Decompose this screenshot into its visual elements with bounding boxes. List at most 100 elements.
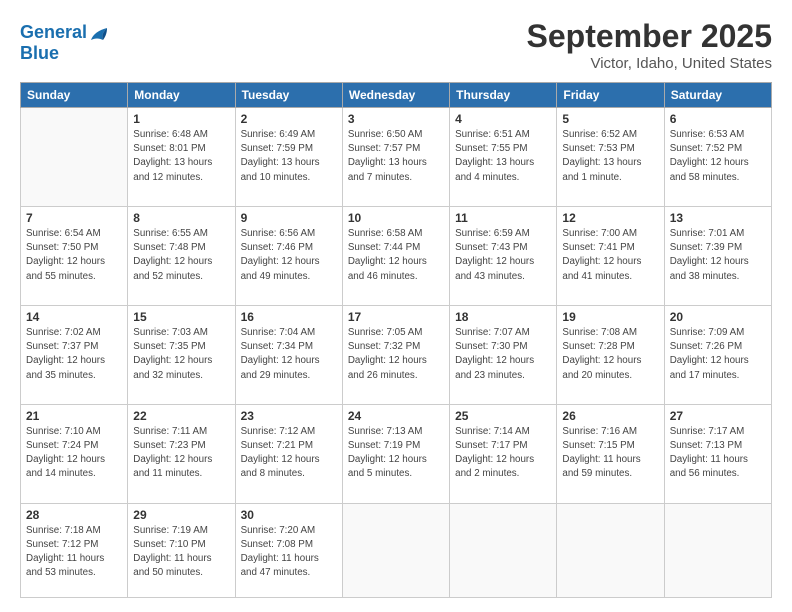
day-info: Sunrise: 6:53 AM Sunset: 7:52 PM Dayligh… — [670, 128, 766, 185]
logo-text-line1: General — [20, 23, 87, 43]
day-info: Sunrise: 6:52 AM Sunset: 7:53 PM Dayligh… — [562, 128, 658, 185]
table-row: 22 Sunrise: 7:11 AM Sunset: 7:23 PM Dayli… — [128, 404, 235, 503]
table-row: 6Sunrise: 6:53 AM Sunset: 7:52 PM Daylig… — [664, 108, 771, 207]
day-info: Sunrise: 6:50 AM Sunset: 7:57 PM Dayligh… — [348, 128, 444, 185]
day-number: 29 — [133, 508, 229, 522]
day-number: 9 — [241, 211, 337, 225]
day-info: Sunrise: 7:11 AM Sunset: 7:23 PM Dayligh… — [133, 425, 229, 482]
day-info: Sunrise: 6:56 AM Sunset: 7:46 PM Dayligh… — [241, 227, 337, 284]
table-row — [450, 503, 557, 597]
day-number: 18 — [455, 310, 551, 324]
header-saturday: Saturday — [664, 83, 771, 108]
header-friday: Friday — [557, 83, 664, 108]
table-row — [342, 503, 449, 597]
table-row: 25Sunrise: 7:14 AM Sunset: 7:17 PM Dayli… — [450, 404, 557, 503]
day-info: Sunrise: 7:16 AM Sunset: 7:15 PM Dayligh… — [562, 425, 658, 482]
table-row: 23 Sunrise: 7:12 AM Sunset: 7:21 PM Dayli… — [235, 404, 342, 503]
table-row: 19 Sunrise: 7:08 AM Sunset: 7:28 PM Dayli… — [557, 305, 664, 404]
day-number: 27 — [670, 409, 766, 423]
table-row: 3 Sunrise: 6:50 AM Sunset: 7:57 PM Daylig… — [342, 108, 449, 207]
table-row: 7Sunrise: 6:54 AM Sunset: 7:50 PM Daylig… — [21, 206, 128, 305]
day-number: 23 — [241, 409, 337, 423]
header-row: Sunday Monday Tuesday Wednesday Thursday… — [21, 83, 772, 108]
day-number: 15 — [133, 310, 229, 324]
day-number: 4 — [455, 112, 551, 126]
table-row: 15Sunrise: 7:03 AM Sunset: 7:35 PM Dayli… — [128, 305, 235, 404]
day-number: 21 — [26, 409, 122, 423]
day-info: Sunrise: 7:20 AM Sunset: 7:08 PM Dayligh… — [241, 524, 337, 581]
table-row: 26 Sunrise: 7:16 AM Sunset: 7:15 PM Dayli… — [557, 404, 664, 503]
day-info: Sunrise: 7:19 AM Sunset: 7:10 PM Dayligh… — [133, 524, 229, 581]
day-number: 24 — [348, 409, 444, 423]
header-sunday: Sunday — [21, 83, 128, 108]
table-row: 1Sunrise: 6:48 AM Sunset: 8:01 PM Daylig… — [128, 108, 235, 207]
page: General Blue September 2025 Victor, Idah… — [0, 0, 792, 612]
table-row — [664, 503, 771, 597]
day-number: 13 — [670, 211, 766, 225]
day-info: Sunrise: 7:18 AM Sunset: 7:12 PM Dayligh… — [26, 524, 122, 581]
day-number: 10 — [348, 211, 444, 225]
table-row: 9 Sunrise: 6:56 AM Sunset: 7:46 PM Daylig… — [235, 206, 342, 305]
day-number: 22 — [133, 409, 229, 423]
day-info: Sunrise: 7:07 AM Sunset: 7:30 PM Dayligh… — [455, 326, 551, 383]
day-info: Sunrise: 7:17 AM Sunset: 7:13 PM Dayligh… — [670, 425, 766, 482]
table-row: 4Sunrise: 6:51 AM Sunset: 7:55 PM Daylig… — [450, 108, 557, 207]
day-info: Sunrise: 6:55 AM Sunset: 7:48 PM Dayligh… — [133, 227, 229, 284]
title-section: September 2025 Victor, Idaho, United Sta… — [527, 18, 772, 72]
day-number: 1 — [133, 112, 229, 126]
day-number: 16 — [241, 310, 337, 324]
logo: General Blue — [20, 22, 107, 64]
calendar-header: Sunday Monday Tuesday Wednesday Thursday… — [21, 83, 772, 108]
day-info: Sunrise: 7:08 AM Sunset: 7:28 PM Dayligh… — [562, 326, 658, 383]
header-monday: Monday — [128, 83, 235, 108]
day-number: 28 — [26, 508, 122, 522]
day-number: 26 — [562, 409, 658, 423]
table-row: 17Sunrise: 7:05 AM Sunset: 7:32 PM Dayli… — [342, 305, 449, 404]
table-row — [557, 503, 664, 597]
day-number: 19 — [562, 310, 658, 324]
day-info: Sunrise: 7:02 AM Sunset: 7:37 PM Dayligh… — [26, 326, 122, 383]
day-info: Sunrise: 7:12 AM Sunset: 7:21 PM Dayligh… — [241, 425, 337, 482]
table-row: 16 Sunrise: 7:04 AM Sunset: 7:34 PM Dayli… — [235, 305, 342, 404]
day-number: 20 — [670, 310, 766, 324]
table-row: 12Sunrise: 7:00 AM Sunset: 7:41 PM Dayli… — [557, 206, 664, 305]
table-row: 28 Sunrise: 7:18 AM Sunset: 7:12 PM Dayli… — [21, 503, 128, 597]
calendar-table: Sunday Monday Tuesday Wednesday Thursday… — [20, 82, 772, 598]
table-row: 13 Sunrise: 7:01 AM Sunset: 7:39 PM Dayli… — [664, 206, 771, 305]
logo-bird-icon — [89, 22, 107, 44]
day-info: Sunrise: 7:14 AM Sunset: 7:17 PM Dayligh… — [455, 425, 551, 482]
day-number: 14 — [26, 310, 122, 324]
table-row: 21Sunrise: 7:10 AM Sunset: 7:24 PM Dayli… — [21, 404, 128, 503]
table-row: 24 Sunrise: 7:13 AM Sunset: 7:19 PM Dayli… — [342, 404, 449, 503]
table-row: 18 Sunrise: 7:07 AM Sunset: 7:30 PM Dayli… — [450, 305, 557, 404]
table-row: 27 Sunrise: 7:17 AM Sunset: 7:13 PM Dayli… — [664, 404, 771, 503]
table-row: 2 Sunrise: 6:49 AM Sunset: 7:59 PM Daylig… — [235, 108, 342, 207]
month-title: September 2025 — [527, 18, 772, 55]
header-thursday: Thursday — [450, 83, 557, 108]
day-info: Sunrise: 6:58 AM Sunset: 7:44 PM Dayligh… — [348, 227, 444, 284]
logo-text-line2: Blue — [20, 44, 107, 64]
day-info: Sunrise: 6:54 AM Sunset: 7:50 PM Dayligh… — [26, 227, 122, 284]
day-number: 2 — [241, 112, 337, 126]
table-row: 11Sunrise: 6:59 AM Sunset: 7:43 PM Dayli… — [450, 206, 557, 305]
day-info: Sunrise: 7:04 AM Sunset: 7:34 PM Dayligh… — [241, 326, 337, 383]
day-number: 8 — [133, 211, 229, 225]
day-info: Sunrise: 7:09 AM Sunset: 7:26 PM Dayligh… — [670, 326, 766, 383]
day-info: Sunrise: 7:13 AM Sunset: 7:19 PM Dayligh… — [348, 425, 444, 482]
top-section: General Blue September 2025 Victor, Idah… — [20, 18, 772, 72]
day-number: 3 — [348, 112, 444, 126]
location: Victor, Idaho, United States — [527, 55, 772, 72]
day-info: Sunrise: 6:49 AM Sunset: 7:59 PM Dayligh… — [241, 128, 337, 185]
day-info: Sunrise: 7:01 AM Sunset: 7:39 PM Dayligh… — [670, 227, 766, 284]
day-info: Sunrise: 7:00 AM Sunset: 7:41 PM Dayligh… — [562, 227, 658, 284]
header-wednesday: Wednesday — [342, 83, 449, 108]
day-info: Sunrise: 7:05 AM Sunset: 7:32 PM Dayligh… — [348, 326, 444, 383]
table-row: 20 Sunrise: 7:09 AM Sunset: 7:26 PM Dayli… — [664, 305, 771, 404]
day-info: Sunrise: 6:59 AM Sunset: 7:43 PM Dayligh… — [455, 227, 551, 284]
table-row: 8 Sunrise: 6:55 AM Sunset: 7:48 PM Daylig… — [128, 206, 235, 305]
table-row: 29 Sunrise: 7:19 AM Sunset: 7:10 PM Dayli… — [128, 503, 235, 597]
calendar-body: 1Sunrise: 6:48 AM Sunset: 8:01 PM Daylig… — [21, 108, 772, 598]
day-number: 30 — [241, 508, 337, 522]
table-row — [21, 108, 128, 207]
table-row: 30 Sunrise: 7:20 AM Sunset: 7:08 PM Dayli… — [235, 503, 342, 597]
